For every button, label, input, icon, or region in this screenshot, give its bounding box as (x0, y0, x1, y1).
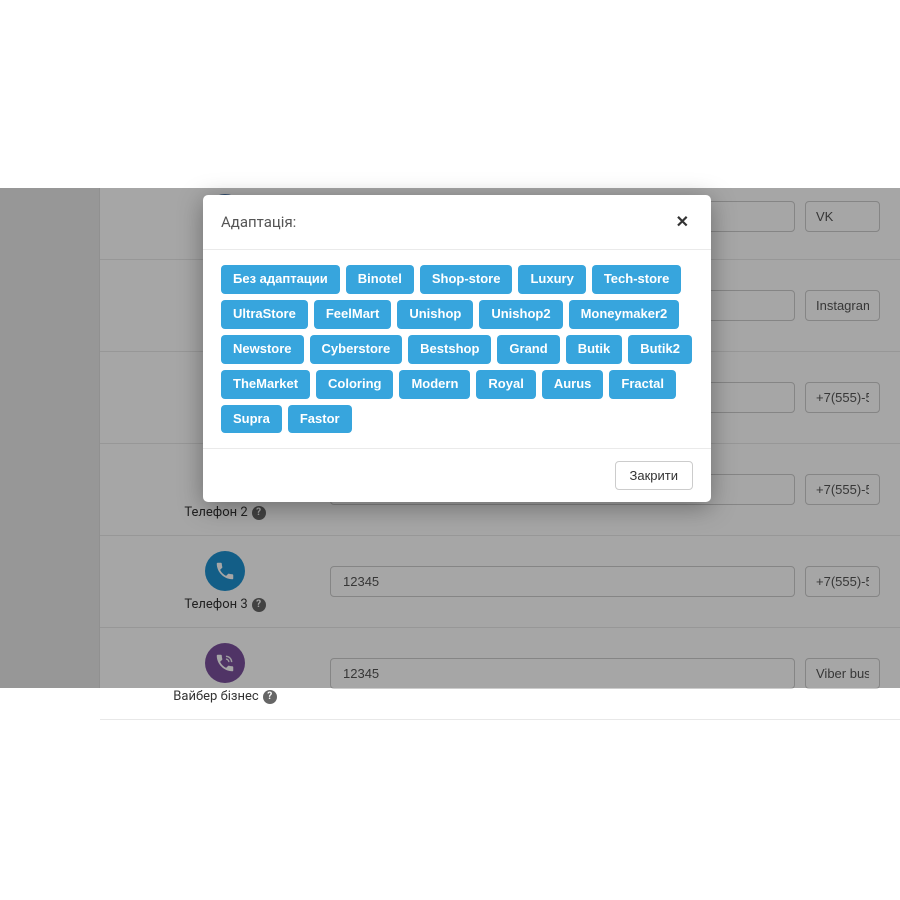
adaptation-tag[interactable]: Shop-store (420, 265, 513, 294)
adaptation-tag[interactable]: UltraStore (221, 300, 308, 329)
adaptation-tag[interactable]: Coloring (316, 370, 393, 399)
adaptation-tag[interactable]: Supra (221, 405, 282, 434)
modal-title: Адаптація: (221, 213, 296, 231)
adaptation-tag[interactable]: Unishop (397, 300, 473, 329)
adaptation-tag[interactable]: Moneymaker2 (569, 300, 680, 329)
adaptation-tag[interactable]: Butik2 (628, 335, 692, 364)
modal-header: Адаптація: ✕ (203, 195, 711, 250)
adaptation-modal: Адаптація: ✕ Без адаптацииBinotelShop-st… (203, 195, 711, 502)
adaptation-tag[interactable]: Butik (566, 335, 623, 364)
adaptation-tag[interactable]: Tech-store (592, 265, 682, 294)
adaptation-tag[interactable]: Royal (476, 370, 535, 399)
adaptation-tag[interactable]: Без адаптации (221, 265, 340, 294)
close-icon[interactable]: ✕ (672, 210, 693, 234)
adaptation-tag[interactable]: Cyberstore (310, 335, 403, 364)
adaptation-tag[interactable]: Fractal (609, 370, 676, 399)
adaptation-tag[interactable]: Aurus (542, 370, 604, 399)
adaptation-tag[interactable]: TheMarket (221, 370, 310, 399)
help-icon[interactable]: ? (263, 690, 277, 704)
adaptation-tag[interactable]: FeelMart (314, 300, 391, 329)
close-button[interactable]: Закрити (615, 461, 693, 490)
adaptation-tag[interactable]: Modern (399, 370, 470, 399)
adaptation-tag[interactable]: Fastor (288, 405, 352, 434)
adaptation-tag[interactable]: Luxury (518, 265, 585, 294)
viber-label: Вайбер бізнес ? (173, 689, 276, 704)
adaptation-tag[interactable]: Binotel (346, 265, 414, 294)
adaptation-tag[interactable]: Grand (497, 335, 559, 364)
modal-body: Без адаптацииBinotelShop-storeLuxuryTech… (203, 250, 711, 448)
modal-footer: Закрити (203, 448, 711, 502)
adaptation-tag[interactable]: Unishop2 (479, 300, 562, 329)
adaptation-tag[interactable]: Bestshop (408, 335, 491, 364)
adaptation-tag[interactable]: Newstore (221, 335, 304, 364)
